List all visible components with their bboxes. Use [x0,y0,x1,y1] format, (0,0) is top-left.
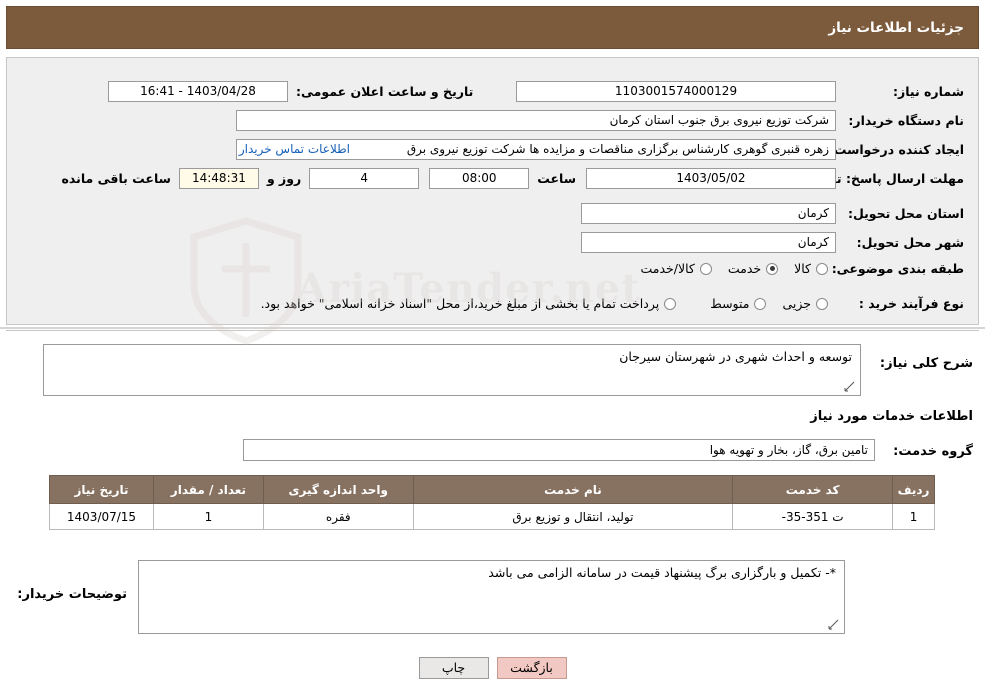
process-radio-group: جزیی متوسط پرداخت تمام یا بخشی از مبلغ خ… [245,296,828,311]
page-title: جزئیات اطلاعات نیاز [828,19,964,36]
remaining-suffix-label: ساعت باقی مانده [61,171,171,186]
buyer-notes-text: *- تکمیل و بارگزاری برگ پیشنهاد قیمت در … [488,565,836,580]
category-option-khedmat-label: خدمت [727,261,762,276]
table-row: 1 ت 351-35- تولید، انتقال و توزیع برق فق… [49,503,935,530]
buyer-org-value: شرکت توزیع نیروی برق جنوب استان کرمان [236,110,836,131]
cell-service-name: تولید، انتقال و توزیع برق [412,503,734,530]
process-option-jozi[interactable]: جزیی [782,296,828,311]
print-button[interactable]: چاپ [418,657,489,679]
back-button[interactable]: بازگشت [496,657,567,679]
cell-quantity: 1 [152,503,264,530]
cell-unit: فقره [262,503,414,530]
radio-icon[interactable] [766,262,779,275]
col-service-code: کد خدمت [732,475,894,504]
general-need-value: توسعه و احداث شهری در شهرستان سیرجان [43,344,861,396]
buyer-org-row: نام دستگاه خریدار: شرکت توزیع نیروی برق … [236,110,964,131]
section-divider [0,327,985,329]
services-table: ردیف کد خدمت نام خدمت واحد اندازه گیری ت… [49,475,935,530]
service-group-value: تامین برق، گاز، بخار و تهویه هوا [243,439,875,461]
city-label: شهر محل تحویل: [856,235,964,250]
radio-icon[interactable] [699,262,712,275]
table-header-row: ردیف کد خدمت نام خدمت واحد اندازه گیری ت… [49,475,935,504]
radio-icon[interactable] [664,297,677,310]
creator-label: ایجاد کننده درخواست: [828,142,964,157]
category-radio-group: کالا خدمت کالا/خدمت [624,261,828,276]
col-quantity: تعداد / مقدار [152,475,264,504]
category-option-khedmat[interactable]: خدمت [727,261,779,276]
buyer-notes-value: *- تکمیل و بارگزاری برگ پیشنهاد قیمت در … [138,560,845,634]
process-option-jozi-label: جزیی [782,296,811,311]
radio-icon[interactable] [816,297,828,310]
general-need-label: شرح کلی نیاز: [879,356,973,371]
page-header: جزئیات اطلاعات نیاز [6,6,979,49]
process-option-motevaset-label: متوسط [710,296,750,311]
category-option-kala[interactable]: کالا [794,261,828,276]
buyer-notes-label: توضیحات خریدار: [17,587,127,602]
need-info-panel: شماره نیاز: 1103001574000129 تاریخ و ساع… [6,57,979,325]
province-row: استان محل تحویل: کرمان [581,203,964,224]
announce-datetime-row: تاریخ و ساعت اعلان عمومی: 1403/04/28 - 1… [108,81,506,102]
category-option-kala-khedmat[interactable]: کالا/خدمت [640,261,712,276]
deadline-date-value: 1403/05/02 [586,168,836,189]
process-row: نوع فرآیند خرید : جزیی متوسط پرداخت تمام… [245,296,964,311]
process-label: نوع فرآیند خرید : [858,296,964,311]
need-number-value: 1103001574000129 [516,81,836,102]
creator-name-text: زهره قنبری گوهری کارشناس برگزاری مناقصات… [406,142,829,156]
col-need-date: تاریخ نیاز [49,475,154,504]
province-value: کرمان [581,203,836,224]
service-info-title: اطلاعات خدمات مورد نیاز [810,409,973,424]
remaining-days-label: روز و [266,171,302,186]
deadline-row: مهلت ارسال پاسخ: تا تاریخ: 1403/05/02 سا… [62,168,964,189]
province-label: استان محل تحویل: [847,206,964,221]
col-service-name: نام خدمت [412,475,734,504]
col-row: ردیف [892,475,935,504]
need-number-row: شماره نیاز: 1103001574000129 [516,81,964,102]
announce-datetime-value: 1403/04/28 - 16:41 [108,81,288,102]
col-unit: واحد اندازه گیری [262,475,414,504]
radio-icon[interactable] [754,297,767,310]
need-number-label: شماره نیاز: [893,84,964,99]
radio-icon[interactable] [816,262,828,275]
category-option-kala-khedmat-label: کالا/خدمت [640,261,695,276]
footer-actions: بازگشت چاپ [0,645,985,691]
remaining-days-value: 4 [309,168,420,189]
category-option-kala-label: کالا [794,261,811,276]
remaining-time-value: 14:48:31 [178,168,259,189]
cell-service-code: ت 351-35- [732,503,894,530]
cell-row: 1 [892,503,935,530]
category-row: طبقه بندی موضوعی: کالا خدمت کالا/خدمت [624,261,964,276]
cell-need-date: 1403/07/15 [49,503,154,530]
process-note-label: پرداخت تمام یا بخشی از مبلغ خرید،از محل … [260,296,660,311]
category-label: طبقه بندی موضوعی: [831,261,964,276]
deadline-hour-label: ساعت [537,171,576,186]
buyer-contact-link[interactable]: اطلاعات تماس خریدار [239,142,350,156]
process-option-motevaset[interactable]: متوسط [710,296,767,311]
deadline-hour-value: 08:00 [429,168,530,189]
city-value: کرمان [581,232,836,253]
city-row: شهر محل تحویل: کرمان [581,232,964,253]
service-group-label: گروه خدمت: [893,444,973,459]
process-note-checkbox[interactable]: پرداخت تمام یا بخشی از مبلغ خرید،از محل … [261,296,677,311]
deadline-label: مهلت ارسال پاسخ: تا تاریخ: [792,171,964,186]
buyer-org-label: نام دستگاه خریدار: [848,113,964,128]
page-root: جزئیات اطلاعات نیاز شماره نیاز: 11030015… [0,0,985,691]
general-need-text: توسعه و احداث شهری در شهرستان سیرجان [619,349,852,364]
announce-datetime-label: تاریخ و ساعت اعلان عمومی: [296,84,474,99]
